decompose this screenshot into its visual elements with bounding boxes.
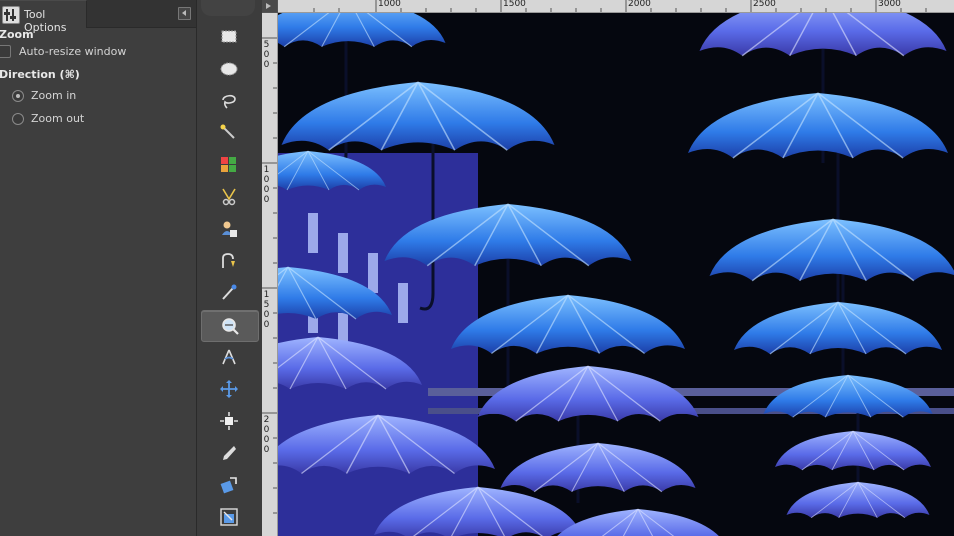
ruler-ticks-left (262, 37, 277, 514)
zoom-tool[interactable] (201, 310, 259, 342)
move-icon (220, 380, 238, 398)
scissors-icon (222, 188, 236, 206)
scale-icon (220, 508, 238, 526)
foreground-select-tool[interactable] (201, 214, 257, 244)
ellipse-select-tool[interactable] (201, 54, 257, 84)
ruler-label: 1500 (263, 290, 270, 330)
move-tool[interactable] (201, 374, 257, 404)
direction-heading: Direction (⌘) (0, 68, 80, 81)
ruler-label: 1500 (503, 0, 526, 9)
tab-menu-button[interactable] (178, 7, 191, 20)
image-window: 1000 1500 2000 2500 3000 500 1000 1500 2… (262, 0, 954, 536)
zoom-out-label[interactable]: Zoom out (31, 112, 84, 125)
zoom-in-radio[interactable] (12, 90, 24, 102)
zoom-out-radio[interactable] (12, 113, 24, 125)
zoom-in-label[interactable]: Zoom in (31, 89, 76, 102)
ruler-label: 500 (263, 40, 270, 70)
scissors-select-tool[interactable] (201, 182, 257, 212)
toolbox-wilber-grip (201, 0, 255, 16)
scale-tool[interactable] (201, 502, 257, 532)
zoom-heading: Zoom (0, 28, 34, 41)
color-picker-icon (222, 284, 237, 300)
measure-icon (222, 349, 236, 365)
fuzzy-select-icon (220, 124, 235, 139)
tool-options-panel: Tool Options Zoom Auto-resize window Dir… (0, 0, 197, 536)
color-picker-tool[interactable] (201, 278, 257, 308)
rotate-icon (220, 477, 237, 494)
measure-tool[interactable] (201, 342, 257, 372)
rotate-tool[interactable] (201, 470, 257, 500)
rect-select-icon (221, 30, 237, 43)
auto-resize-label[interactable]: Auto-resize window (19, 45, 126, 58)
toolbox (197, 0, 262, 536)
umbrellas-photo (278, 13, 954, 536)
ruler-label: 1000 (263, 165, 270, 205)
ruler-label: 2500 (753, 0, 776, 9)
foreground-select-icon (222, 221, 237, 237)
horizontal-ruler[interactable]: 1000 1500 2000 2500 3000 (278, 0, 954, 13)
paths-icon (222, 253, 235, 268)
ruler-label: 1000 (378, 0, 401, 9)
align-tool[interactable] (201, 406, 257, 436)
paths-tool[interactable] (201, 246, 257, 276)
crop-icon (223, 446, 236, 460)
lasso-icon (222, 94, 236, 109)
free-select-tool[interactable] (201, 86, 257, 116)
zoom-icon (222, 318, 239, 335)
tool-options-icon (2, 6, 20, 24)
fuzzy-select-tool[interactable] (201, 118, 257, 148)
ruler-label: 3000 (878, 0, 901, 9)
select-by-color-tool[interactable] (201, 150, 257, 180)
image-canvas[interactable] (278, 13, 954, 536)
quick-mask-toggle[interactable] (262, 0, 278, 13)
auto-resize-checkbox[interactable] (0, 45, 11, 58)
ellipse-select-icon (220, 62, 238, 76)
crop-tool[interactable] (201, 438, 257, 468)
ruler-label: 2000 (263, 415, 270, 455)
align-icon (220, 412, 238, 430)
rect-select-tool[interactable] (201, 22, 257, 52)
ruler-label: 2000 (628, 0, 651, 9)
tab-tool-options[interactable]: Tool Options (0, 0, 87, 34)
color-select-icon (221, 157, 236, 172)
vertical-ruler[interactable]: 500 1000 1500 2000 (262, 13, 278, 536)
dock-tab-bar: Tool Options (0, 0, 196, 34)
